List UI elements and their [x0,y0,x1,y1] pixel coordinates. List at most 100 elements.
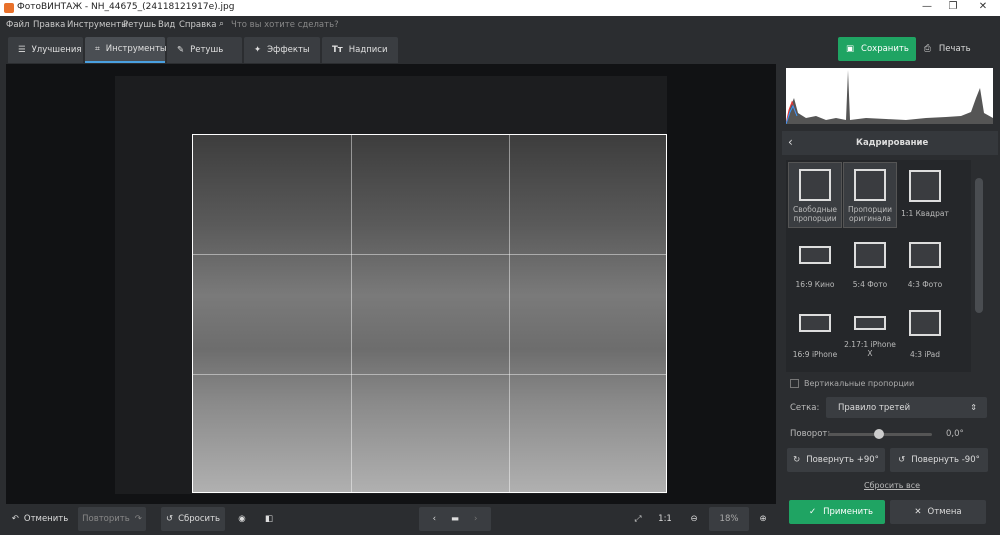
preset-label: Свободные пропорции [792,205,838,223]
reset-all-link[interactable]: Сбросить все [864,481,920,490]
tab-label: Улучшения [31,45,82,55]
minimize-button[interactable]: — [920,1,934,12]
preset-5-4-photo[interactable]: 5:4 Фото [843,240,897,289]
menu-help[interactable]: Справка [179,20,216,30]
rect-icon [854,316,886,330]
window-title: ФотоВИНТАЖ - NH_44675_(24118121917e).jpg [17,2,235,12]
sliders-icon: ☰ [18,45,26,55]
preset-free[interactable]: Свободные пропорции [788,162,842,228]
tab-label: Надписи [348,45,388,55]
preset-iphone-x[interactable]: 2.17:1 iPhone X [843,310,897,358]
menu-tools[interactable]: Инструменты [67,20,128,30]
zoom-level[interactable]: 18% [709,507,749,531]
rotate-plus-label: Повернуть +90° [806,455,879,465]
menu-file[interactable]: Файл [6,20,29,30]
grid-line [509,135,510,492]
compare-icon[interactable]: ◧ [258,507,280,531]
preset-16-9-cinema[interactable]: 16:9 Кино [788,240,842,289]
updown-icon: ⇕ [970,403,977,412]
toolbar: ☰ Улучшения ⌗ Инструменты ✎ Ретушь ✦ Эффекты… [0,34,1000,64]
preset-original[interactable]: Пропорции оригинала [843,162,897,228]
x-icon: ✕ [914,507,922,517]
search-input[interactable]: Что вы хотите сделать? [231,20,339,30]
crop-presets: Свободные пропорции Пропорции оригинала … [786,160,971,372]
crop-title: Кадрирование [856,138,929,148]
menu-retouch[interactable]: Ретушь [123,20,156,30]
preset-label: 5:4 Фото [852,280,888,289]
menu-bar: Файл Правка Инструменты Ретушь Вид Справ… [0,16,1000,34]
grid-select[interactable]: Правило третей ⇕ [826,397,987,418]
cancel-button[interactable]: ✕ Отмена [890,500,986,524]
tab-effects[interactable]: ✦ Эффекты [244,37,320,63]
free-crop-icon [799,169,831,201]
preset-4-3-photo[interactable]: 4:3 Фото [898,240,952,289]
apply-button[interactable]: ✓ Применить [789,500,885,524]
preset-ipad[interactable]: 4:3 iPad [898,310,952,359]
rotate-minus-90-button[interactable]: ↺ Повернуть -90° [890,448,988,472]
tab-retouch[interactable]: ✎ Ретушь [167,37,242,63]
tab-label: Ретушь [190,45,224,55]
wand-icon: ✦ [254,45,262,55]
brush-icon: ✎ [177,45,185,55]
redo-label: Повторить [82,514,130,524]
presets-scrollbar[interactable] [975,178,983,313]
preset-square[interactable]: 1:1 Квадрат [898,162,952,218]
reset-icon: ↺ [165,514,174,524]
redo-button[interactable]: Повторить ↷ [78,507,146,531]
zoom-1to1-button[interactable]: 1:1 [654,507,676,531]
photo-crop-frame[interactable] [192,134,667,493]
grid-line [193,254,666,255]
maximize-button[interactable]: ❐ [946,1,960,12]
tab-enhancements[interactable]: ☰ Улучшения [8,37,83,63]
rotation-slider-handle[interactable] [874,429,884,439]
rotate-ccw-icon: ↺ [898,455,906,465]
histogram [785,68,993,125]
close-button[interactable]: ✕ [976,1,990,12]
rect-icon [799,246,831,264]
print-label: Печать [938,44,971,54]
title-bar: ФотоВИНТАЖ - NH_44675_(24118121917e).jpg… [0,0,1000,16]
rotate-plus-90-button[interactable]: ↻ Повернуть +90° [787,448,885,472]
text-icon: Tт [332,45,343,55]
tab-text[interactable]: Tт Надписи [322,37,398,63]
zoom-out-icon[interactable]: ⊖ [683,507,705,531]
rotation-label: Поворот: [790,429,831,439]
preset-label: 16:9 iPhone [792,350,838,359]
prev-arrow-icon[interactable]: ‹ [433,514,436,524]
reset-button[interactable]: ↺ Сбросить [161,507,225,531]
zoom-in-icon[interactable]: ⊕ [752,507,774,531]
file-navigation: ‹ ▬ › [419,507,491,531]
cancel-label: Отмена [927,507,962,517]
search-icon: ⌕ [219,19,225,29]
menu-edit[interactable]: Правка [33,20,65,30]
print-button[interactable]: ⎙ Печать [922,37,994,61]
rect-icon [799,314,831,332]
printer-icon: ⎙ [924,44,931,54]
grid-select-value: Правило третей [838,402,911,413]
save-button[interactable]: ▣ Сохранить [838,37,916,61]
preset-label: 2.17:1 iPhone X [844,340,896,358]
preset-label: 4:3 iPad [909,350,941,359]
grid-label: Сетка: [790,403,820,413]
preset-label: 1:1 Квадрат [901,209,949,218]
save-icon: ▣ [846,44,855,54]
tab-label: Инструменты [105,44,167,54]
undo-icon: ↶ [11,514,19,524]
apply-label: Применить [823,507,874,517]
eye-icon[interactable]: ◉ [231,507,253,531]
preset-label: Пропорции оригинала [847,205,893,223]
app-icon [4,3,14,13]
rect-icon [854,242,886,268]
fit-screen-icon[interactable]: ⤢ [627,507,649,531]
next-arrow-icon[interactable]: › [474,514,477,524]
undo-button[interactable]: ↶ Отменить [6,507,74,531]
tab-tools[interactable]: ⌗ Инструменты [85,37,167,63]
lock-crop-icon [854,169,886,201]
vertical-checkbox[interactable] [790,379,799,388]
crop-icon: ⌗ [95,44,100,54]
back-arrow-icon[interactable]: ‹ [788,135,793,149]
menu-view[interactable]: Вид [158,20,175,30]
rotate-minus-label: Повернуть -90° [911,455,980,465]
preset-16-9-iphone[interactable]: 16:9 iPhone [788,310,842,359]
folder-icon[interactable]: ▬ [451,514,459,524]
